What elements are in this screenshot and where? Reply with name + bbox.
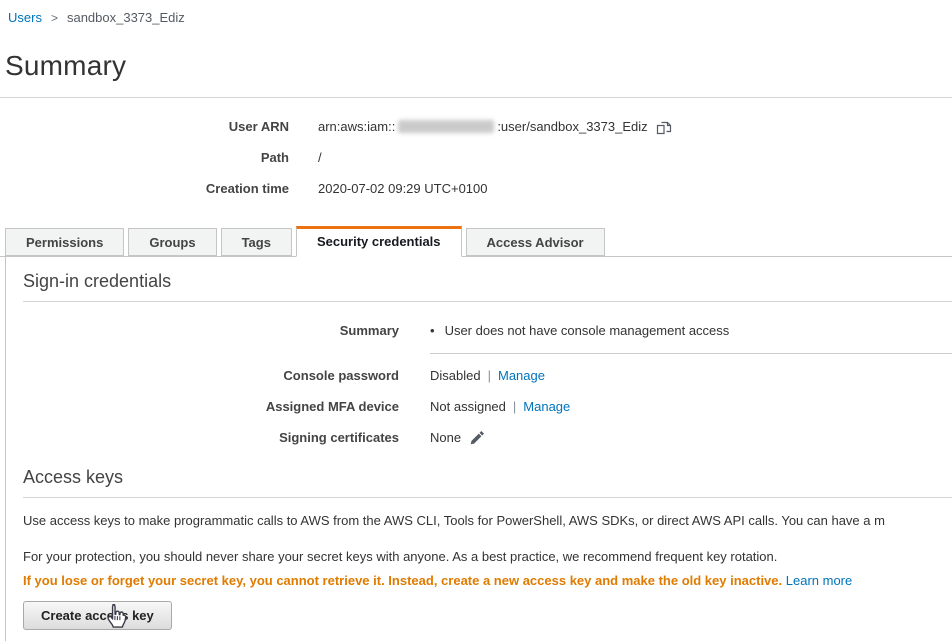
secret-key-warning: If you lose or forget your secret key, y…: [23, 573, 952, 588]
path-row: Path /: [0, 142, 952, 173]
arn-suffix: :user/sandbox_3373_Ediz: [497, 119, 647, 134]
signin-credentials-divider: [23, 301, 952, 302]
console-password-row: Console password Disabled | Manage: [23, 360, 952, 391]
warning-text: If you lose or forget your secret key, y…: [23, 573, 782, 588]
path-value: /: [318, 150, 322, 165]
breadcrumb-users-link[interactable]: Users: [8, 10, 42, 25]
access-keys-divider: [23, 497, 952, 498]
console-password-value: Disabled: [430, 368, 481, 383]
security-credentials-panel: Sign-in credentials Summary • User does …: [5, 257, 952, 641]
summary-row-divider: [430, 353, 952, 354]
breadcrumb-separator: >: [51, 11, 58, 25]
creation-time-row: Creation time 2020-07-02 09:29 UTC+0100: [0, 173, 952, 204]
protection-note: For your protection, you should never sh…: [23, 549, 952, 564]
breadcrumb: Users > sandbox_3373_Ediz: [0, 0, 952, 25]
signin-credentials-heading: Sign-in credentials: [23, 271, 952, 292]
access-keys-heading: Access keys: [23, 467, 952, 488]
summary-value: • User does not have console management …: [430, 323, 729, 338]
creation-time-label: Creation time: [0, 181, 289, 196]
manage-console-password-link[interactable]: Manage: [498, 368, 545, 383]
arn-redacted-account-id: [398, 120, 494, 133]
creation-time-value: 2020-07-02 09:29 UTC+0100: [318, 181, 487, 196]
edit-pencil-icon[interactable]: [470, 430, 485, 445]
value-link-separator: |: [513, 399, 516, 414]
mfa-device-row: Assigned MFA device Not assigned | Manag…: [23, 391, 952, 422]
breadcrumb-current: sandbox_3373_Ediz: [67, 10, 185, 25]
copy-icon[interactable]: [656, 119, 672, 135]
path-label: Path: [0, 150, 289, 165]
value-link-separator: |: [488, 368, 491, 383]
tab-tags[interactable]: Tags: [221, 228, 292, 256]
access-keys-description: Use access keys to make programmatic cal…: [23, 513, 952, 528]
summary-text: User does not have console management ac…: [445, 323, 730, 338]
manage-mfa-link[interactable]: Manage: [523, 399, 570, 414]
bullet-icon: •: [430, 323, 435, 338]
user-arn-row: User ARN arn:aws:iam:::user/sandbox_3373…: [0, 111, 952, 142]
console-password-label: Console password: [23, 368, 399, 383]
learn-more-link[interactable]: Learn more: [786, 573, 852, 588]
user-details: User ARN arn:aws:iam:::user/sandbox_3373…: [0, 111, 952, 204]
arn-prefix: arn:aws:iam::: [318, 119, 395, 134]
mfa-device-label: Assigned MFA device: [23, 399, 399, 414]
mfa-device-value: Not assigned: [430, 399, 506, 414]
title-divider: [0, 97, 952, 98]
tab-groups[interactable]: Groups: [128, 228, 216, 256]
tab-access-advisor[interactable]: Access Advisor: [466, 228, 605, 256]
tab-permissions[interactable]: Permissions: [5, 228, 124, 256]
signing-certificates-value: None: [430, 430, 461, 445]
create-access-key-button[interactable]: Create access key: [23, 601, 172, 630]
summary-row: Summary • User does not have console man…: [23, 315, 952, 346]
tab-bar: Permissions Groups Tags Security credent…: [0, 226, 952, 257]
page-title: Summary: [5, 50, 952, 82]
signing-certificates-label: Signing certificates: [23, 430, 399, 445]
signing-certificates-row: Signing certificates None: [23, 422, 952, 453]
user-arn-value: arn:aws:iam:::user/sandbox_3373_Ediz: [318, 119, 672, 135]
user-arn-label: User ARN: [0, 119, 289, 134]
summary-label: Summary: [23, 323, 399, 338]
tab-security-credentials[interactable]: Security credentials: [296, 226, 462, 257]
